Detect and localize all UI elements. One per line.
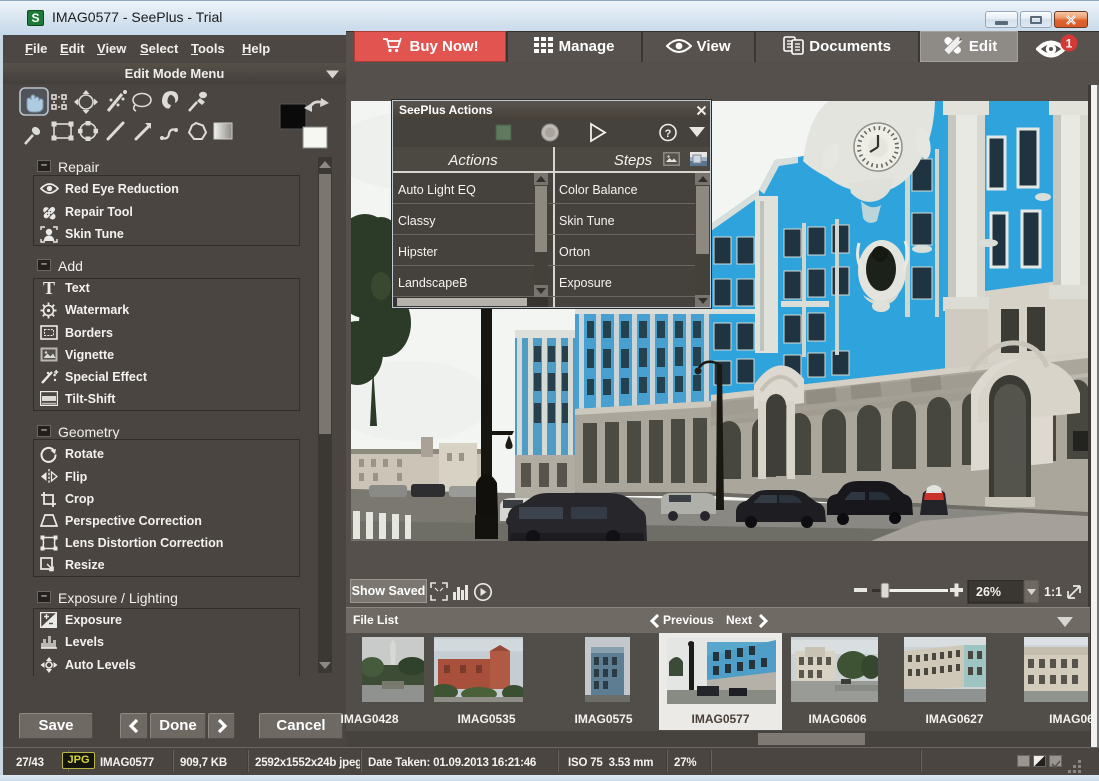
svg-text:1: 1 (1066, 37, 1073, 51)
svg-text:1:1: 1:1 (1044, 585, 1062, 599)
svg-text:26%: 26% (976, 585, 1001, 599)
svg-text:?: ? (665, 128, 672, 140)
